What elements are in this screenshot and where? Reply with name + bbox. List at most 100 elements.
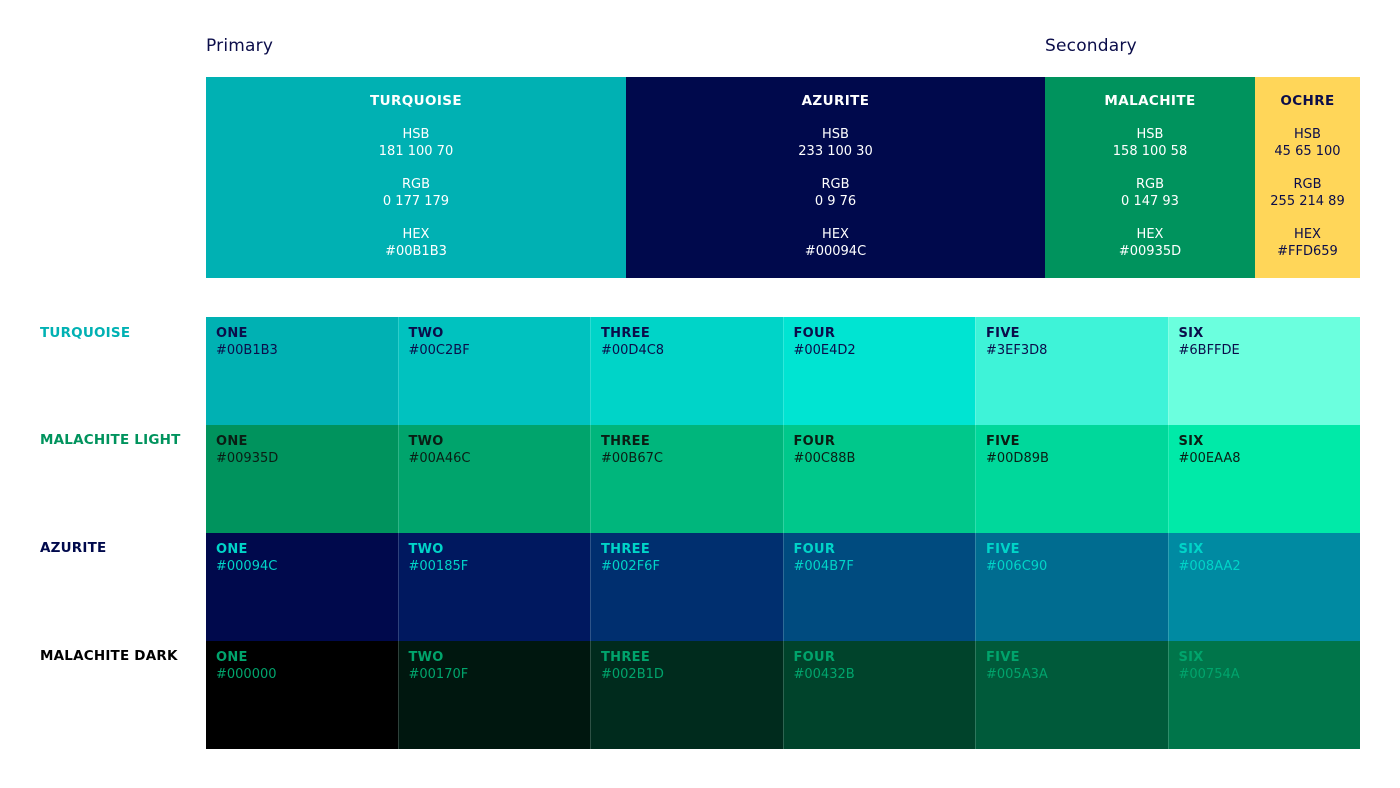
hsb-value: 45 65 100 [1274,144,1341,159]
swatch-turquoise: TURQUOISE HSB 181 100 70 RGB 0 177 179 HEX… [206,77,626,278]
tint-cell: TWO #00170F [397,641,590,749]
tint-cell: ONE #00B1B3 [206,317,398,425]
swatch-name: MALACHITE [1104,93,1196,109]
tint-cell: ONE #00935D [206,425,398,533]
swatch-name: OCHRE [1280,93,1335,109]
tint-name: SIX [1178,650,1204,665]
tint-row-azurite: ONE #00094C TWO #00185F THREE #002F6F FOUR #… [206,533,1360,641]
tint-hex: #00E4D2 [793,343,856,358]
tint-name: TWO [408,434,444,449]
hex-value: #00B1B3 [385,244,447,259]
tint-cell: SIX #6BFFDE [1167,317,1360,425]
tint-hex: #005A3A [986,667,1048,682]
tint-name: FIVE [986,434,1020,449]
tint-name: SIX [1178,434,1204,449]
row-label-malachite-light: MALACHITE LIGHT [40,432,181,448]
swatch-name: TURQUOISE [369,93,463,109]
tint-name: ONE [216,326,248,341]
tint-cell: FIVE #005A3A [975,641,1168,749]
secondary-heading: Secondary [1045,36,1137,56]
tint-row-malachite-light: ONE #00935D TWO #00A46C THREE #00B67C FOUR #… [206,425,1360,533]
tint-hex: #008AA2 [1178,559,1241,574]
tint-name: FOUR [793,434,836,449]
rgb-value: 0 177 179 [382,194,450,209]
tint-cell: SIX #00EAA8 [1167,425,1360,533]
tint-cell: THREE #002B1D [590,641,783,749]
tint-cell: THREE #00B67C [590,425,783,533]
hex-label: HEX [822,227,849,242]
tint-hex: #00432B [793,667,855,682]
tint-hex: #00C88B [793,451,856,466]
tint-hex: #00935D [216,451,279,466]
tint-name: FIVE [986,326,1020,341]
rgb-label: RGB [821,177,850,192]
tint-cell: THREE #00D4C8 [590,317,783,425]
rgb-label: RGB [1135,177,1165,192]
tint-hex: #00185F [408,559,469,574]
tint-name: SIX [1178,326,1204,341]
tint-cell: FOUR #00C88B [782,425,975,533]
hsb-label: HSB [1294,127,1321,142]
swatch-azurite: AZURITE HSB 233 100 30 RGB 0 9 76 HEX #0009… [626,77,1045,278]
tint-grid: ONE #00B1B3 TWO #00C2BF THREE #00D4C8 FOUR #… [206,317,1360,749]
tint-name: ONE [216,434,248,449]
tint-hex: #00A46C [408,451,471,466]
hex-value: #FFD659 [1277,244,1338,259]
tint-name: THREE [601,650,651,665]
hex-value: #00094C [804,244,867,259]
tint-name: TWO [408,650,444,665]
tint-cell: SIX #00754A [1167,641,1360,749]
swatch-name: AZURITE [801,93,870,109]
tint-cell: ONE #000000 [206,641,398,749]
tint-name: FIVE [986,650,1020,665]
tint-hex: #004B7F [793,559,854,574]
tint-name: THREE [601,542,651,557]
primary-heading: Primary [206,36,274,56]
tint-hex: #000000 [216,667,277,682]
tint-hex: #00754A [1178,667,1240,682]
tint-cell: THREE #002F6F [590,533,783,641]
tint-cell: TWO #00185F [397,533,590,641]
tint-hex: #002B1D [601,667,664,682]
hex-value: #00935D [1118,244,1182,259]
tint-hex: #006C90 [986,559,1048,574]
tint-row-malachite-dark: ONE #000000 TWO #00170F THREE #002B1D FOUR #… [206,641,1360,749]
hex-label: HEX [402,227,430,242]
tint-name: SIX [1178,542,1204,557]
tint-hex: #00D4C8 [601,343,665,358]
tint-name: TWO [408,326,444,341]
tint-name: TWO [408,542,444,557]
swatch-malachite: MALACHITE HSB 158 100 58 RGB 0 147 93 HEX #… [1045,77,1255,278]
tint-hex: #00B67C [601,451,663,466]
tint-name: THREE [601,326,651,341]
tint-hex: #00C2BF [408,343,470,358]
tint-name: FIVE [986,542,1020,557]
tint-name: FOUR [793,326,836,341]
tint-name: ONE [216,542,248,557]
hex-label: HEX [1136,227,1164,242]
tint-cell: ONE #00094C [206,533,398,641]
rgb-label: RGB [1293,177,1322,192]
tint-cell: FIVE #006C90 [975,533,1168,641]
tint-hex: #00094C [216,559,278,574]
tint-cell: SIX #008AA2 [1167,533,1360,641]
hsb-value: 181 100 70 [378,144,454,159]
tint-name: THREE [601,434,651,449]
rgb-value: 255 214 89 [1270,194,1345,209]
tint-cell: FIVE #00D89B [975,425,1168,533]
tint-cell: FOUR #00E4D2 [782,317,975,425]
tint-cell: FOUR #00432B [782,641,975,749]
row-label-azurite: AZURITE [40,540,107,556]
row-label-turquoise: TURQUOISE [40,325,131,341]
tint-name: ONE [216,650,248,665]
tint-cell: TWO #00A46C [397,425,590,533]
tint-name: FOUR [793,542,836,557]
tint-hex: #00D89B [986,451,1049,466]
tint-row-turquoise: ONE #00B1B3 TWO #00C2BF THREE #00D4C8 FOUR #… [206,317,1360,425]
hsb-label: HSB [402,127,430,142]
tint-hex: #002F6F [601,559,660,574]
tint-hex: #3EF3D8 [986,343,1048,358]
tint-cell: TWO #00C2BF [397,317,590,425]
tint-hex: #00170F [408,667,469,682]
rgb-value: 0 147 93 [1121,194,1179,209]
